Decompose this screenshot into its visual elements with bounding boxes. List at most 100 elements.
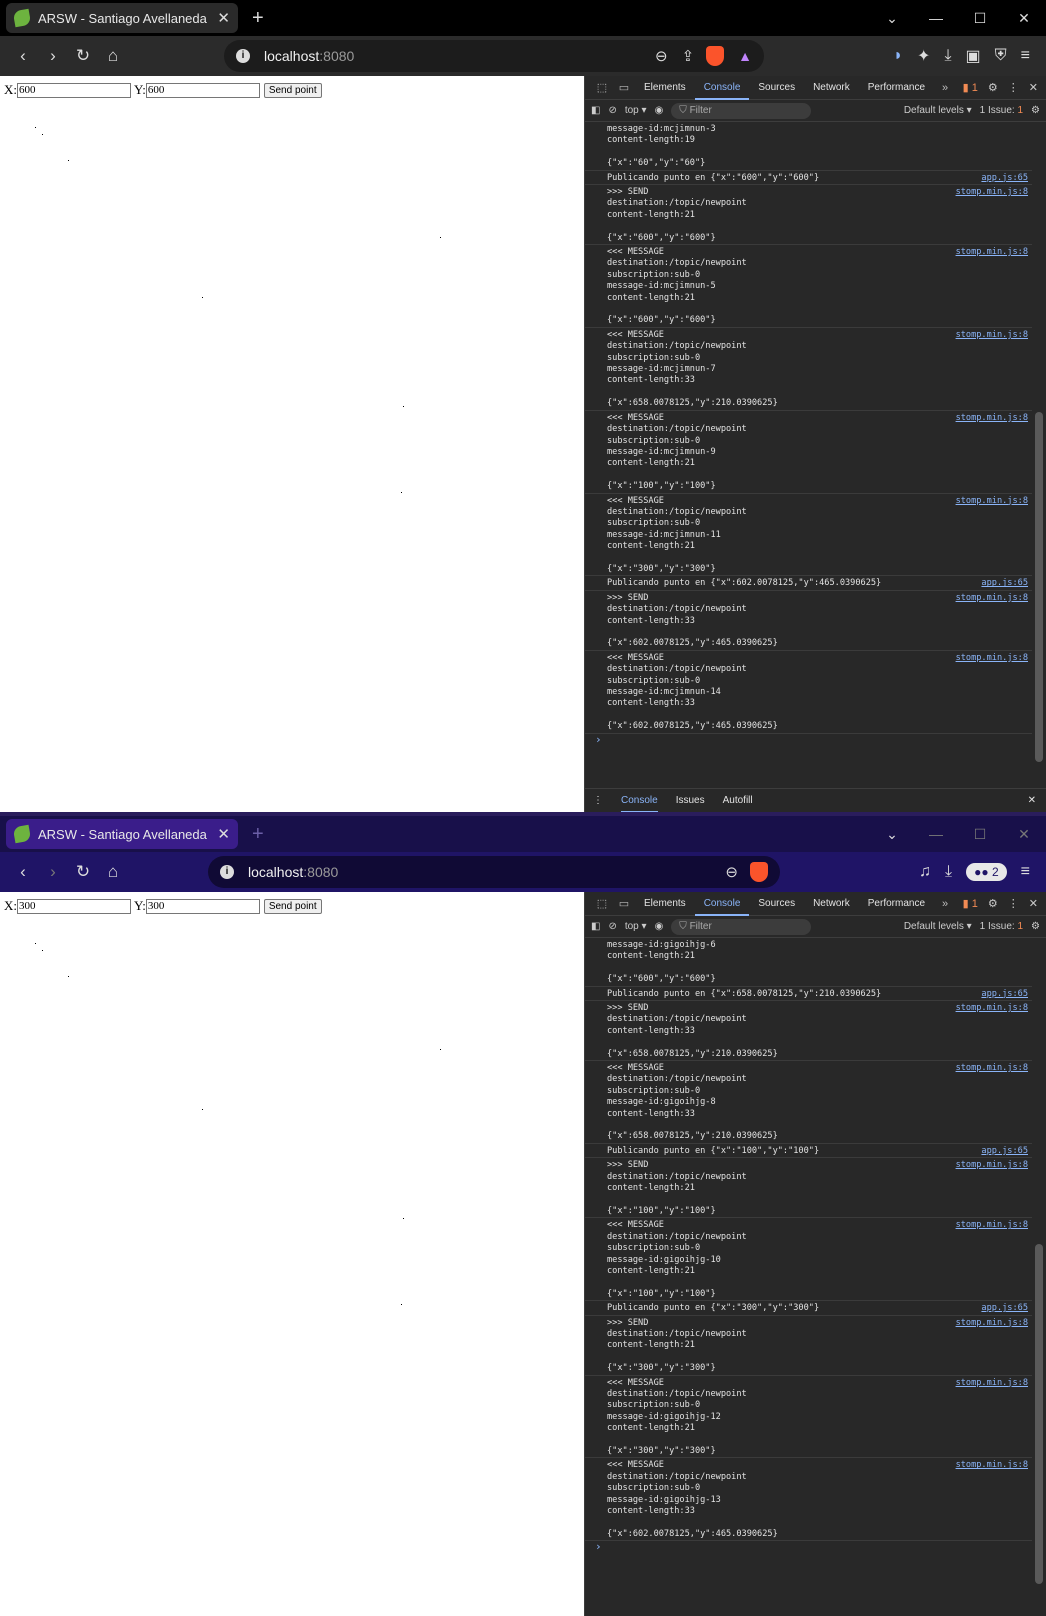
y-input[interactable] bbox=[145, 898, 260, 914]
levels-dropdown[interactable]: Default levels ▾ bbox=[904, 921, 972, 932]
issue-counter[interactable]: 1 Issue: 1 bbox=[980, 105, 1023, 116]
issues-badge[interactable]: ▮ 1 bbox=[963, 897, 978, 910]
more-tabs-icon[interactable]: » bbox=[934, 898, 956, 910]
clear-console-icon[interactable]: ⊘ bbox=[608, 921, 616, 932]
reload-icon[interactable]: ↻ bbox=[68, 46, 98, 66]
close-window-icon[interactable]: ✕ bbox=[1002, 826, 1046, 843]
close-tab-icon[interactable]: ✕ bbox=[217, 825, 230, 843]
home-icon[interactable]: ⌂ bbox=[98, 46, 128, 66]
live-expression-icon[interactable]: ◉ bbox=[655, 105, 664, 116]
wallet-icon[interactable]: ▣ bbox=[966, 46, 981, 66]
canvas[interactable] bbox=[0, 100, 584, 800]
minimize-icon[interactable]: — bbox=[914, 10, 958, 26]
drawer-tab-issues[interactable]: Issues bbox=[676, 795, 705, 806]
inspect-icon[interactable]: ⬚ bbox=[591, 81, 613, 94]
source-link[interactable]: stomp.min.js:8 bbox=[956, 496, 1028, 507]
tab-elements[interactable]: Elements bbox=[635, 76, 695, 100]
vpn-icon[interactable]: ⛨ bbox=[995, 47, 1007, 65]
source-link[interactable]: stomp.min.js:8 bbox=[956, 187, 1028, 198]
back-icon[interactable]: ‹ bbox=[8, 862, 38, 882]
source-link[interactable]: stomp.min.js:8 bbox=[956, 1378, 1028, 1389]
scroll-thumb[interactable] bbox=[1035, 1244, 1043, 1584]
back-icon[interactable]: ‹ bbox=[8, 46, 38, 66]
brave-shields-icon[interactable] bbox=[750, 862, 768, 882]
filter-input[interactable]: ⛉ Filter bbox=[671, 918, 812, 935]
forward-icon[interactable]: › bbox=[38, 862, 68, 882]
tab-console[interactable]: Console bbox=[694, 76, 750, 100]
source-link[interactable]: app.js:65 bbox=[981, 173, 1028, 184]
zoom-icon[interactable]: ⊖ bbox=[725, 863, 738, 881]
tab-performance[interactable]: Performance bbox=[859, 892, 934, 916]
source-link[interactable]: app.js:65 bbox=[981, 989, 1028, 1000]
share-icon[interactable]: ⇪ bbox=[682, 47, 695, 65]
send-point-button[interactable]: Send point bbox=[263, 82, 322, 98]
tab-sources[interactable]: Sources bbox=[749, 76, 804, 100]
tab-elements[interactable]: Elements bbox=[635, 892, 695, 916]
drawer-menu-icon[interactable]: ⋮ bbox=[593, 795, 603, 806]
downloads-icon[interactable]: ⤓ bbox=[945, 863, 952, 881]
console-scrollbar[interactable] bbox=[1032, 938, 1046, 1616]
source-link[interactable]: stomp.min.js:8 bbox=[956, 413, 1028, 424]
console-prompt[interactable]: › bbox=[585, 733, 1032, 745]
scroll-thumb[interactable] bbox=[1035, 412, 1043, 762]
settings-icon[interactable]: ⚙ bbox=[988, 897, 998, 910]
device-toolbar-icon[interactable]: ▭ bbox=[613, 81, 635, 94]
console-scrollbar[interactable] bbox=[1032, 122, 1046, 788]
source-link[interactable]: stomp.min.js:8 bbox=[956, 1063, 1028, 1074]
extensions-icon[interactable]: ✦ bbox=[917, 46, 930, 66]
source-link[interactable]: stomp.min.js:8 bbox=[956, 330, 1028, 341]
browser-tab[interactable]: ARSW - Santiago Avellaneda ar ✕ bbox=[6, 819, 238, 849]
new-tab-icon[interactable]: + bbox=[252, 7, 264, 30]
y-input[interactable] bbox=[145, 82, 260, 98]
filter-input[interactable]: ⛉ Filter bbox=[671, 102, 812, 119]
close-tab-icon[interactable]: ✕ bbox=[217, 9, 230, 27]
issue-counter[interactable]: 1 Issue: 1 bbox=[980, 921, 1023, 932]
close-devtools-icon[interactable]: ✕ bbox=[1029, 897, 1038, 910]
tab-network[interactable]: Network bbox=[804, 76, 859, 100]
console-prompt[interactable]: › bbox=[585, 1541, 1032, 1553]
tab-performance[interactable]: Performance bbox=[859, 76, 934, 100]
brave-shields-icon[interactable] bbox=[706, 46, 725, 66]
maximize-icon[interactable]: ☐ bbox=[958, 10, 1002, 27]
site-info-icon[interactable]: i bbox=[236, 49, 250, 63]
close-window-icon[interactable]: ✕ bbox=[1002, 10, 1046, 27]
live-expression-icon[interactable]: ◉ bbox=[655, 921, 664, 932]
console-settings-icon[interactable]: ⚙ bbox=[1031, 921, 1046, 932]
browser-tab[interactable]: ARSW - Santiago Avellaneda ar ✕ bbox=[6, 3, 238, 33]
device-toolbar-icon[interactable]: ▭ bbox=[613, 897, 635, 910]
issues-badge[interactable]: ▮ 1 bbox=[963, 81, 978, 94]
settings-icon[interactable]: ⚙ bbox=[988, 81, 998, 94]
context-selector[interactable]: top ▾ bbox=[625, 921, 647, 932]
source-link[interactable]: stomp.min.js:8 bbox=[956, 1318, 1028, 1329]
source-link[interactable]: stomp.min.js:8 bbox=[956, 1220, 1028, 1231]
tab-network[interactable]: Network bbox=[804, 892, 859, 916]
sidebar-toggle-icon[interactable]: ◧ bbox=[591, 105, 600, 116]
clear-console-icon[interactable]: ⊘ bbox=[608, 105, 616, 116]
zoom-icon[interactable]: ⊖ bbox=[655, 47, 668, 65]
send-point-button[interactable]: Send point bbox=[263, 898, 322, 914]
tab-console[interactable]: Console bbox=[694, 892, 750, 916]
maximize-icon[interactable]: ☐ bbox=[958, 826, 1002, 843]
home-icon[interactable]: ⌂ bbox=[98, 862, 128, 882]
reload-icon[interactable]: ↻ bbox=[68, 862, 98, 882]
source-link[interactable]: stomp.min.js:8 bbox=[956, 1460, 1028, 1471]
source-link[interactable]: app.js:65 bbox=[981, 1303, 1028, 1314]
source-link[interactable]: stomp.min.js:8 bbox=[956, 593, 1028, 604]
leo-icon[interactable]: ◗ bbox=[893, 47, 903, 65]
context-selector[interactable]: top ▾ bbox=[625, 105, 647, 116]
chevron-down-icon[interactable]: ⌄ bbox=[870, 10, 914, 27]
menu-icon[interactable]: ≡ bbox=[1021, 863, 1030, 881]
source-link[interactable]: stomp.min.js:8 bbox=[956, 1003, 1028, 1014]
levels-dropdown[interactable]: Default levels ▾ bbox=[904, 105, 972, 116]
source-link[interactable]: stomp.min.js:8 bbox=[956, 247, 1028, 258]
source-link[interactable]: app.js:65 bbox=[981, 1146, 1028, 1157]
sidebar-toggle-icon[interactable]: ◧ bbox=[591, 921, 600, 932]
more-tabs-icon[interactable]: » bbox=[934, 82, 956, 94]
address-bar[interactable]: i localhost:8080 ⊖ ⇪ ▲ bbox=[224, 40, 764, 72]
drawer-tab-console[interactable]: Console bbox=[621, 789, 658, 813]
x-input[interactable] bbox=[17, 82, 131, 98]
canvas[interactable] bbox=[0, 916, 584, 1606]
minimize-icon[interactable]: — bbox=[914, 826, 958, 842]
tab-sources[interactable]: Sources bbox=[749, 892, 804, 916]
drawer-tab-autofill[interactable]: Autofill bbox=[723, 795, 753, 806]
